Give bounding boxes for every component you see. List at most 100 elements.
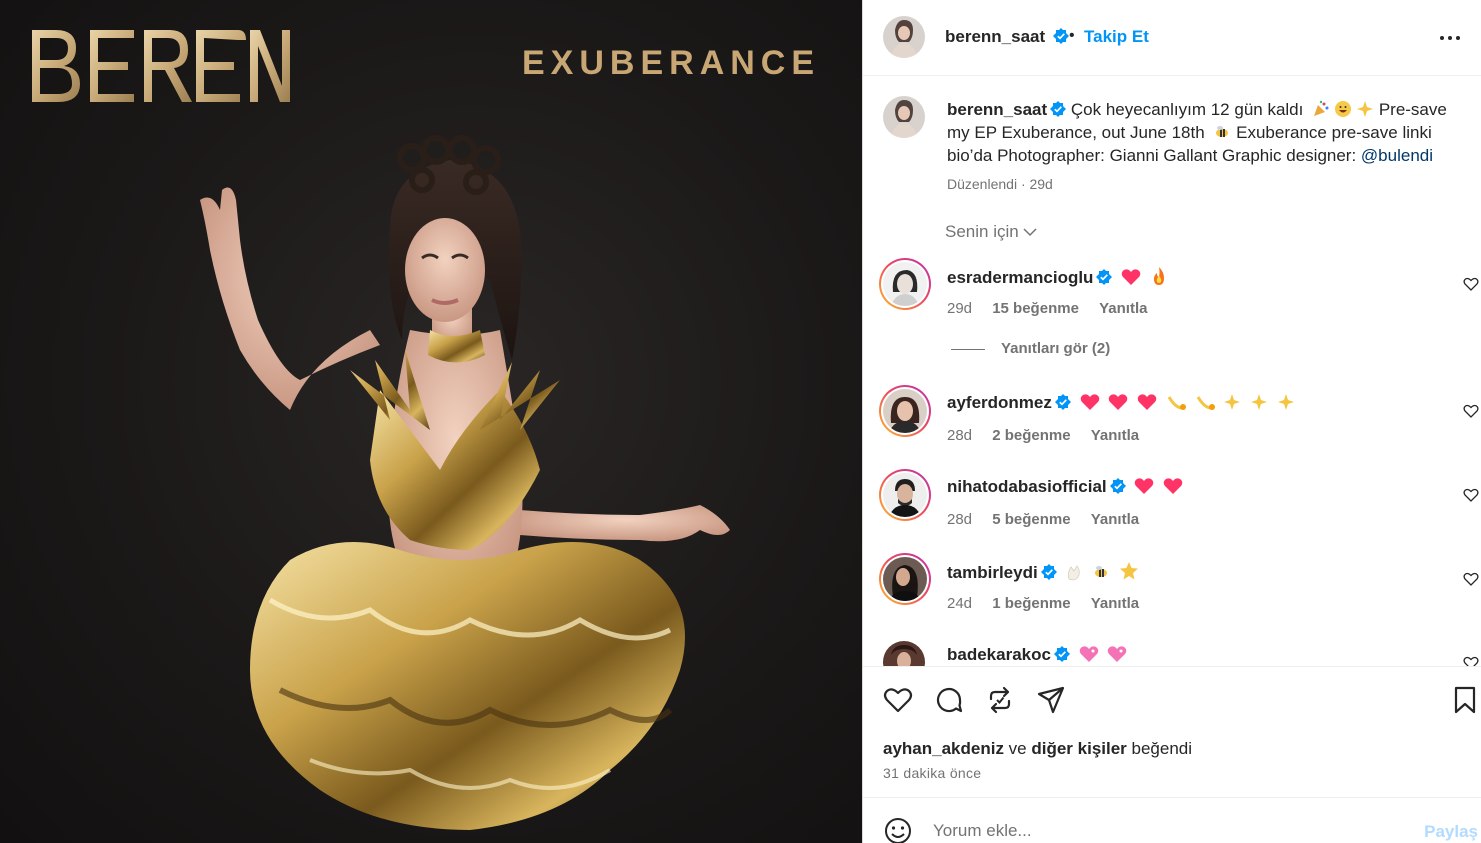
sparkles-emoji-icon	[1277, 394, 1294, 410]
post-sidebar: berenn_saat • Takip Et berenn_saat Çok h…	[862, 0, 1481, 843]
sparkling-heart-emoji-icon	[1079, 646, 1098, 662]
comment-input[interactable]	[933, 818, 1413, 843]
post-header: berenn_saat • Takip Et	[863, 0, 1481, 76]
commenter-username[interactable]: badekarakoc	[947, 645, 1051, 664]
emoji-icon[interactable]	[883, 816, 913, 843]
comment-meta: 28d 2 beğenme Yanıtla	[947, 427, 1155, 444]
heart-emoji-icon	[1135, 478, 1154, 494]
follow-button[interactable]: Takip Et	[1084, 27, 1149, 47]
grinning-face-icon	[1335, 101, 1352, 117]
brand-logo	[32, 30, 290, 102]
sparkling-heart-emoji-icon	[1108, 646, 1127, 662]
liked-by-others[interactable]: diğer kişiler	[1031, 739, 1126, 758]
comments-list[interactable]: esradermancioglu 29d 15 beğenme Yanıtla …	[863, 250, 1481, 666]
comet-emoji-icon	[1167, 396, 1186, 410]
commenter-avatar[interactable]	[879, 553, 931, 605]
clap-emoji-icon	[1068, 565, 1081, 581]
post-actions: ayhan_akdeniz ve diğer kişiler beğendi 3…	[863, 666, 1481, 797]
author-username[interactable]: berenn_saat	[945, 27, 1069, 47]
sparkles-emoji-icon	[1224, 394, 1241, 410]
star-emoji-icon	[1119, 562, 1138, 580]
reply-button[interactable]: Yanıtla	[1099, 300, 1147, 317]
mention-link[interactable]: @bulendi	[1361, 146, 1433, 165]
comment-item: badekarakoc	[863, 633, 1481, 666]
heart-icon[interactable]	[1463, 571, 1479, 587]
sparkles-emoji-icon	[1251, 394, 1268, 410]
liked-by-conj: ve	[1003, 739, 1032, 758]
commenter-username[interactable]: ayferdonmez	[947, 393, 1052, 412]
commenter-avatar[interactable]	[883, 641, 925, 666]
comment-time: 28d	[947, 427, 973, 444]
comment-text: esradermancioglu	[947, 266, 1168, 288]
heart-emoji-icon	[1080, 394, 1099, 410]
replies-divider	[951, 348, 985, 350]
caption-text: berenn_saat Çok heyecanlıyım 12 gün kald…	[947, 98, 1467, 167]
view-replies-label: Yanıtları gör (2)	[1001, 340, 1111, 357]
heart-icon[interactable]	[1463, 487, 1479, 503]
party-popper-icon	[1314, 100, 1329, 116]
reply-button[interactable]: Yanıtla	[1091, 511, 1139, 528]
commenter-username[interactable]: tambirleydi	[947, 563, 1038, 582]
comment-item: tambirleydi 24d 1 beğenme Yanıtla	[863, 549, 1481, 629]
comment-filter-dropdown[interactable]: Senin için	[945, 222, 1037, 242]
repost-icon[interactable]	[985, 685, 1015, 715]
verified-icon	[1040, 564, 1057, 580]
commenter-username[interactable]: nihatodabasiofficial	[947, 477, 1107, 496]
liked-by-user[interactable]: ayhan_akdeniz	[883, 739, 1004, 758]
heart-icon[interactable]	[1463, 403, 1479, 419]
comment-item: ayferdonmez 28d 2 beğenme Yanıtla	[863, 381, 1481, 461]
artist-photo	[200, 135, 730, 830]
comment-item: nihatodabasiofficial 28d 5 beğenme Yanıt…	[863, 465, 1481, 545]
comment-time: 28d	[947, 511, 973, 528]
verified-icon	[1096, 269, 1113, 285]
comment-time: 24d	[947, 595, 973, 612]
comment-likes[interactable]: 1 beğenme	[992, 595, 1070, 612]
sparkles-icon	[1357, 101, 1374, 117]
post-timestamp[interactable]: 31 dakika önce	[883, 765, 981, 781]
heart-emoji-icon	[1109, 394, 1128, 410]
caption-avatar[interactable]	[883, 96, 925, 138]
comment-item: esradermancioglu 29d 15 beğenme Yanıtla	[863, 254, 1481, 334]
caption-part-1: Çok heyecanlıyım 12 gün kaldı	[1066, 100, 1309, 119]
heart-icon[interactable]	[1463, 276, 1479, 292]
commenter-avatar[interactable]	[879, 469, 931, 521]
album-title: EXUBERANCE	[522, 44, 821, 82]
liked-by-suffix: beğendi	[1126, 739, 1193, 758]
commenter-avatar[interactable]	[879, 385, 931, 437]
verified-icon	[1054, 394, 1071, 410]
comment-text: nihatodabasiofficial	[947, 477, 1183, 497]
liked-by-text: ayhan_akdeniz ve diğer kişiler beğendi	[883, 739, 1192, 759]
heart-icon[interactable]	[883, 685, 913, 715]
caption-username[interactable]: berenn_saat	[947, 100, 1047, 119]
comment-filter-label: Senin için	[945, 222, 1019, 241]
post-comment-button[interactable]: Paylaş	[1424, 822, 1478, 842]
commenter-username[interactable]: esradermancioglu	[947, 268, 1093, 287]
bookmark-icon[interactable]	[1450, 685, 1480, 715]
heart-icon[interactable]	[1463, 655, 1479, 666]
comment-composer: Paylaş	[863, 797, 1481, 843]
more-icon[interactable]	[1438, 26, 1462, 50]
verified-icon	[1052, 28, 1069, 44]
comment-time: 29d	[947, 300, 973, 317]
author-avatar[interactable]	[883, 16, 925, 58]
comment-likes[interactable]: 15 beğenme	[992, 300, 1079, 317]
verified-icon	[1050, 101, 1067, 117]
view-replies-button[interactable]: Yanıtları gör (2)	[951, 340, 1110, 357]
comet-emoji-icon	[1196, 396, 1215, 410]
comment-text: ayferdonmez	[947, 393, 1295, 413]
post-media[interactable]: EXUBERANCE	[0, 0, 862, 843]
reply-button[interactable]: Yanıtla	[1091, 427, 1139, 444]
heart-emoji-icon	[1121, 269, 1141, 285]
comment-likes[interactable]: 5 beğenme	[992, 511, 1070, 528]
verified-icon	[1053, 646, 1070, 662]
commenter-avatar[interactable]	[879, 258, 931, 310]
comment-meta: 24d 1 beğenme Yanıtla	[947, 595, 1155, 612]
reply-button[interactable]: Yanıtla	[1091, 595, 1139, 612]
caption-meta: Düzenlendi · 29d	[947, 176, 1053, 192]
comment-icon[interactable]	[934, 685, 964, 715]
comment-meta: 28d 5 beğenme Yanıtla	[947, 511, 1155, 528]
share-icon[interactable]	[1036, 685, 1066, 715]
author-name[interactable]: berenn_saat	[945, 27, 1045, 46]
comment-likes[interactable]: 2 beğenme	[992, 427, 1070, 444]
verified-icon	[1109, 478, 1126, 494]
